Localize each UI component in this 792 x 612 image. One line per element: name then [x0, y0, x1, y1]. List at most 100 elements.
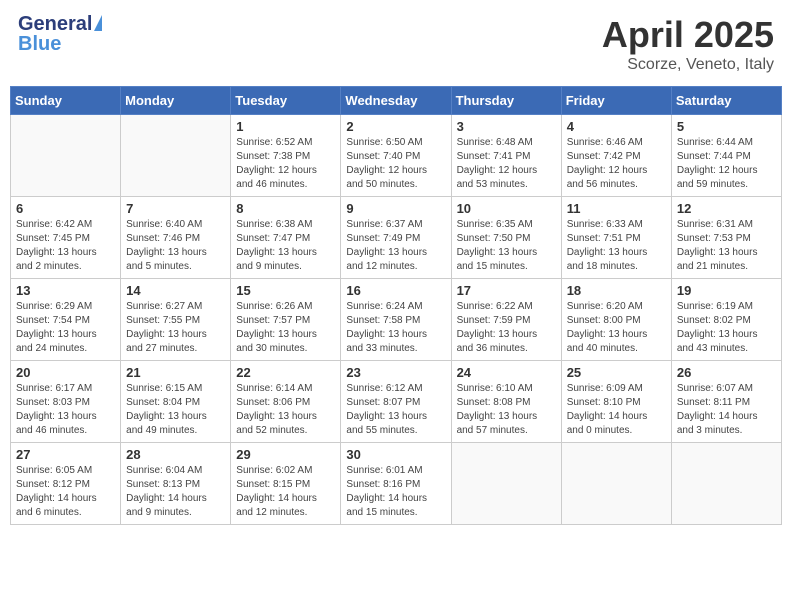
day-info: Sunrise: 6:35 AM Sunset: 7:50 PM Dayligh… — [457, 218, 556, 274]
day-number: 30 — [346, 447, 445, 462]
day-info: Sunrise: 6:20 AM Sunset: 8:00 PM Dayligh… — [567, 300, 666, 356]
day-number: 21 — [126, 365, 225, 380]
calendar-cell: 25Sunrise: 6:09 AM Sunset: 8:10 PM Dayli… — [561, 361, 671, 443]
calendar-week-row: 20 Sunrise: 6:17 AM Sunset: 8:03 PM Dayli… — [11, 361, 782, 443]
calendar-cell: 1 Sunrise: 6:52 AM Sunset: 7:38 PM Daylig… — [231, 115, 341, 197]
page-header: General Blue April 2025 Scorze, Veneto, … — [10, 10, 782, 78]
location-subtitle: Scorze, Veneto, Italy — [602, 56, 774, 74]
main-title: April 2025 — [602, 14, 774, 56]
day-info: Sunrise: 6:22 AM Sunset: 7:59 PM Dayligh… — [457, 300, 556, 356]
calendar-cell: 12 Sunrise: 6:31 AM Sunset: 7:53 PM Dayli… — [671, 197, 781, 279]
calendar-cell: 23Sunrise: 6:12 AM Sunset: 8:07 PM Dayli… — [341, 361, 451, 443]
day-of-week-header: Saturday — [671, 87, 781, 115]
day-number: 4 — [567, 119, 666, 134]
calendar-cell: 27Sunrise: 6:05 AM Sunset: 8:12 PM Dayli… — [11, 443, 121, 525]
day-info: Sunrise: 6:31 AM Sunset: 7:53 PM Dayligh… — [677, 218, 776, 274]
day-info: Sunrise: 6:17 AM Sunset: 8:03 PM Dayligh… — [16, 382, 115, 438]
day-number: 19 — [677, 283, 776, 298]
day-number: 6 — [16, 201, 115, 216]
calendar-cell: 19Sunrise: 6:19 AM Sunset: 8:02 PM Dayli… — [671, 279, 781, 361]
calendar-cell: 29 Sunrise: 6:02 AM Sunset: 8:15 PM Dayli… — [231, 443, 341, 525]
day-info: Sunrise: 6:44 AM Sunset: 7:44 PM Dayligh… — [677, 136, 776, 192]
calendar-cell: 21 Sunrise: 6:15 AM Sunset: 8:04 PM Dayli… — [121, 361, 231, 443]
day-info: Sunrise: 6:48 AM Sunset: 7:41 PM Dayligh… — [457, 136, 556, 192]
calendar-cell — [11, 115, 121, 197]
day-number: 26 — [677, 365, 776, 380]
calendar-header-row: SundayMondayTuesdayWednesdayThursdayFrid… — [11, 87, 782, 115]
day-info: Sunrise: 6:52 AM Sunset: 7:38 PM Dayligh… — [236, 136, 335, 192]
calendar-cell: 10 Sunrise: 6:35 AM Sunset: 7:50 PM Dayli… — [451, 197, 561, 279]
day-number: 16 — [346, 283, 445, 298]
day-info: Sunrise: 6:15 AM Sunset: 8:04 PM Dayligh… — [126, 382, 225, 438]
logo: General Blue — [18, 14, 102, 54]
day-info: Sunrise: 6:27 AM Sunset: 7:55 PM Dayligh… — [126, 300, 225, 356]
day-info: Sunrise: 6:24 AM Sunset: 7:58 PM Dayligh… — [346, 300, 445, 356]
calendar-cell: 18 Sunrise: 6:20 AM Sunset: 8:00 PM Dayli… — [561, 279, 671, 361]
calendar-cell: 8 Sunrise: 6:38 AM Sunset: 7:47 PM Daylig… — [231, 197, 341, 279]
day-number: 13 — [16, 283, 115, 298]
day-number: 22 — [236, 365, 335, 380]
calendar-cell — [561, 443, 671, 525]
day-of-week-header: Friday — [561, 87, 671, 115]
day-number: 15 — [236, 283, 335, 298]
day-number: 5 — [677, 119, 776, 134]
calendar-cell: 14 Sunrise: 6:27 AM Sunset: 7:55 PM Dayli… — [121, 279, 231, 361]
calendar-week-row: 6 Sunrise: 6:42 AM Sunset: 7:45 PM Daylig… — [11, 197, 782, 279]
day-info: Sunrise: 6:46 AM Sunset: 7:42 PM Dayligh… — [567, 136, 666, 192]
calendar-cell — [121, 115, 231, 197]
day-info: Sunrise: 6:33 AM Sunset: 7:51 PM Dayligh… — [567, 218, 666, 274]
calendar-cell: 28 Sunrise: 6:04 AM Sunset: 8:13 PM Dayli… — [121, 443, 231, 525]
day-of-week-header: Tuesday — [231, 87, 341, 115]
day-info: Sunrise: 6:01 AM Sunset: 8:16 PM Dayligh… — [346, 464, 445, 520]
day-number: 14 — [126, 283, 225, 298]
day-of-week-header: Wednesday — [341, 87, 451, 115]
day-number: 24 — [457, 365, 556, 380]
day-info: Sunrise: 6:05 AM Sunset: 8:12 PM Dayligh… — [16, 464, 115, 520]
day-info: Sunrise: 6:09 AM Sunset: 8:10 PM Dayligh… — [567, 382, 666, 438]
calendar-week-row: 1 Sunrise: 6:52 AM Sunset: 7:38 PM Daylig… — [11, 115, 782, 197]
day-number: 23 — [346, 365, 445, 380]
day-info: Sunrise: 6:26 AM Sunset: 7:57 PM Dayligh… — [236, 300, 335, 356]
day-info: Sunrise: 6:37 AM Sunset: 7:49 PM Dayligh… — [346, 218, 445, 274]
day-info: Sunrise: 6:10 AM Sunset: 8:08 PM Dayligh… — [457, 382, 556, 438]
day-number: 28 — [126, 447, 225, 462]
day-number: 3 — [457, 119, 556, 134]
calendar-cell: 15 Sunrise: 6:26 AM Sunset: 7:57 PM Dayli… — [231, 279, 341, 361]
day-number: 29 — [236, 447, 335, 462]
day-number: 20 — [16, 365, 115, 380]
day-of-week-header: Thursday — [451, 87, 561, 115]
calendar-week-row: 13 Sunrise: 6:29 AM Sunset: 7:54 PM Dayli… — [11, 279, 782, 361]
day-info: Sunrise: 6:40 AM Sunset: 7:46 PM Dayligh… — [126, 218, 225, 274]
day-info: Sunrise: 6:42 AM Sunset: 7:45 PM Dayligh… — [16, 218, 115, 274]
calendar-cell: 11Sunrise: 6:33 AM Sunset: 7:51 PM Dayli… — [561, 197, 671, 279]
day-number: 8 — [236, 201, 335, 216]
day-info: Sunrise: 6:07 AM Sunset: 8:11 PM Dayligh… — [677, 382, 776, 438]
day-number: 9 — [346, 201, 445, 216]
calendar-cell: 2Sunrise: 6:50 AM Sunset: 7:40 PM Daylig… — [341, 115, 451, 197]
day-number: 18 — [567, 283, 666, 298]
day-info: Sunrise: 6:29 AM Sunset: 7:54 PM Dayligh… — [16, 300, 115, 356]
calendar-cell: 4 Sunrise: 6:46 AM Sunset: 7:42 PM Daylig… — [561, 115, 671, 197]
calendar-cell: 24 Sunrise: 6:10 AM Sunset: 8:08 PM Dayli… — [451, 361, 561, 443]
logo-general-text: General — [18, 14, 92, 34]
calendar-cell: 30 Sunrise: 6:01 AM Sunset: 8:16 PM Dayli… — [341, 443, 451, 525]
calendar-cell: 5 Sunrise: 6:44 AM Sunset: 7:44 PM Daylig… — [671, 115, 781, 197]
day-number: 12 — [677, 201, 776, 216]
logo-blue-text: Blue — [18, 34, 61, 54]
calendar-cell: 16 Sunrise: 6:24 AM Sunset: 7:58 PM Dayli… — [341, 279, 451, 361]
day-info: Sunrise: 6:38 AM Sunset: 7:47 PM Dayligh… — [236, 218, 335, 274]
calendar-cell: 20 Sunrise: 6:17 AM Sunset: 8:03 PM Dayli… — [11, 361, 121, 443]
calendar-cell: 17 Sunrise: 6:22 AM Sunset: 7:59 PM Dayli… — [451, 279, 561, 361]
day-number: 10 — [457, 201, 556, 216]
day-of-week-header: Monday — [121, 87, 231, 115]
day-number: 1 — [236, 119, 335, 134]
day-number: 17 — [457, 283, 556, 298]
day-info: Sunrise: 6:04 AM Sunset: 8:13 PM Dayligh… — [126, 464, 225, 520]
day-info: Sunrise: 6:02 AM Sunset: 8:15 PM Dayligh… — [236, 464, 335, 520]
calendar-cell: 13 Sunrise: 6:29 AM Sunset: 7:54 PM Dayli… — [11, 279, 121, 361]
day-info: Sunrise: 6:50 AM Sunset: 7:40 PM Dayligh… — [346, 136, 445, 192]
calendar-week-row: 27Sunrise: 6:05 AM Sunset: 8:12 PM Dayli… — [11, 443, 782, 525]
day-of-week-header: Sunday — [11, 87, 121, 115]
calendar-cell — [451, 443, 561, 525]
calendar-cell: 7Sunrise: 6:40 AM Sunset: 7:46 PM Daylig… — [121, 197, 231, 279]
